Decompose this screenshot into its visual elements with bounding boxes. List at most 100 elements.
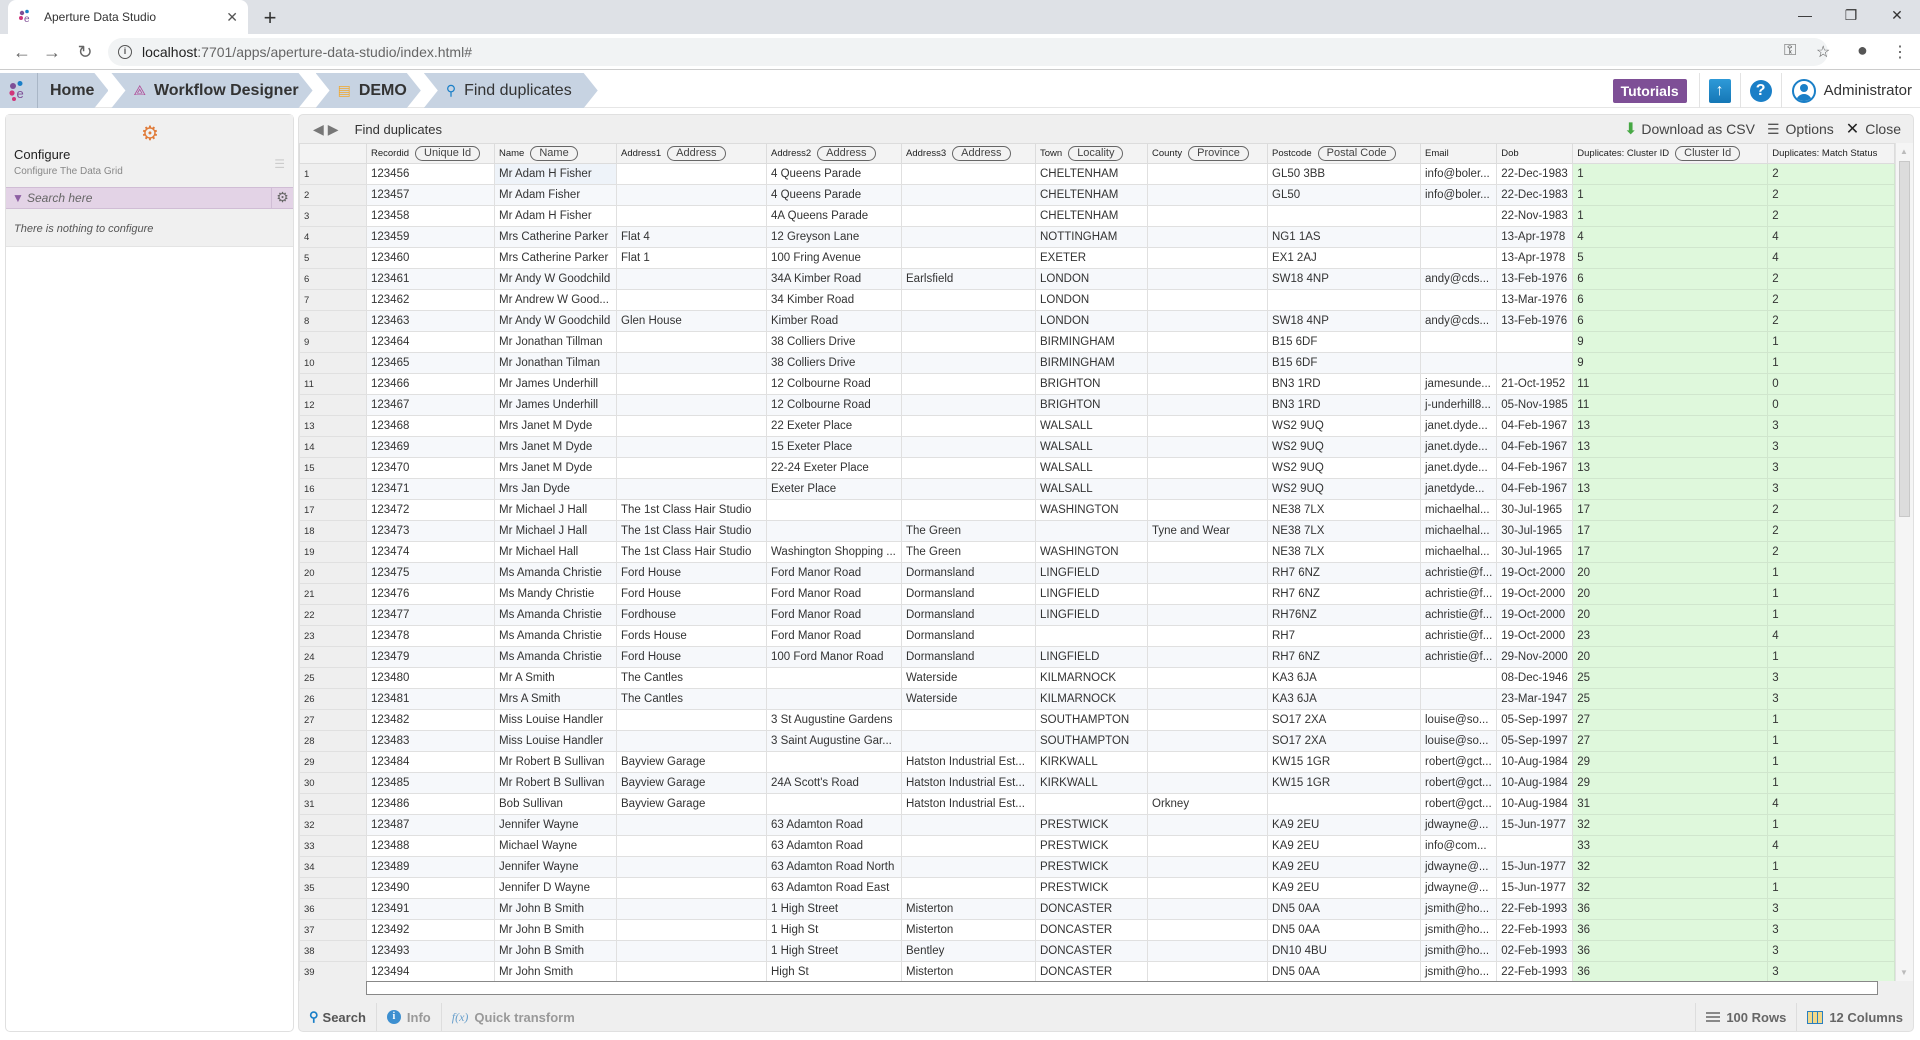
column-header[interactable]: Dob: [1496, 143, 1574, 164]
table-cell[interactable]: The 1st Class Hair Studio: [616, 520, 767, 542]
column-header[interactable]: Address2 Address: [766, 143, 902, 164]
table-cell[interactable]: 02-Feb-1993: [1496, 940, 1574, 962]
table-cell[interactable]: [1496, 331, 1574, 353]
table-cell[interactable]: 2: [1767, 520, 1896, 542]
table-cell[interactable]: 2: [1767, 499, 1896, 521]
row-number[interactable]: 12: [299, 394, 367, 416]
column-header[interactable]: Email: [1419, 143, 1498, 164]
table-cell[interactable]: RH7 6NZ: [1267, 646, 1421, 668]
table-cell[interactable]: [616, 919, 767, 941]
table-row[interactable]: 36 123491 Mr John B Smith 1 High Street Mist…: [299, 898, 1896, 920]
table-cell[interactable]: 08-Dec-1946: [1496, 667, 1574, 689]
row-number[interactable]: 17: [299, 499, 367, 521]
row-number[interactable]: 35: [299, 877, 367, 899]
table-cell[interactable]: 19-Oct-2000: [1496, 583, 1574, 605]
table-cell[interactable]: [766, 688, 902, 710]
table-cell[interactable]: Mr John Smith: [494, 961, 617, 981]
search-button[interactable]: ⚲ Search: [299, 1003, 377, 1031]
row-number[interactable]: 8: [299, 310, 367, 332]
row-number[interactable]: 15: [299, 457, 367, 479]
table-cell[interactable]: 32: [1572, 856, 1769, 878]
table-cell[interactable]: [616, 268, 767, 290]
table-cell[interactable]: RH7 6NZ: [1267, 562, 1421, 584]
table-cell[interactable]: [616, 457, 767, 479]
table-cell[interactable]: Mr James Underhill: [494, 373, 617, 395]
table-cell[interactable]: CHELTENHAM: [1035, 184, 1148, 206]
table-cell[interactable]: [1147, 688, 1268, 710]
table-cell[interactable]: [1147, 394, 1268, 416]
table-row[interactable]: 29 123484 Mr Robert B Sullivan Bayview Gara…: [299, 751, 1896, 773]
table-cell[interactable]: info@boler...: [1419, 163, 1498, 185]
table-cell[interactable]: 04-Feb-1967: [1496, 436, 1574, 458]
table-cell[interactable]: 3 Saint Augustine Gar...: [766, 730, 902, 752]
table-cell[interactable]: [616, 478, 767, 500]
table-cell[interactable]: 05-Nov-1985: [1496, 394, 1574, 416]
table-cell[interactable]: Miss Louise Handler: [494, 709, 617, 731]
table-cell[interactable]: [616, 163, 767, 185]
table-cell[interactable]: 1: [1767, 583, 1896, 605]
table-cell[interactable]: [1419, 289, 1498, 311]
column-tag[interactable]: Locality: [1068, 146, 1124, 161]
table-cell[interactable]: 22-Feb-1993: [1496, 961, 1574, 981]
row-number[interactable]: 9: [299, 331, 367, 353]
table-cell[interactable]: [1267, 205, 1421, 227]
table-cell[interactable]: WALSALL: [1035, 457, 1148, 479]
table-cell[interactable]: 63 Adamton Road East: [766, 877, 902, 899]
table-cell[interactable]: NE38 7LX: [1267, 520, 1421, 542]
table-cell[interactable]: [616, 205, 767, 227]
table-cell[interactable]: DN5 0AA: [1267, 919, 1421, 941]
table-cell[interactable]: 123482: [366, 709, 495, 731]
table-cell[interactable]: The Green: [901, 541, 1036, 563]
table-cell[interactable]: [1419, 247, 1498, 269]
table-cell[interactable]: PRESTWICK: [1035, 877, 1148, 899]
table-cell[interactable]: Miss Louise Handler: [494, 730, 617, 752]
table-cell[interactable]: [616, 730, 767, 752]
table-cell[interactable]: 2: [1767, 163, 1896, 185]
table-cell[interactable]: j-underhill8...: [1419, 394, 1498, 416]
row-number[interactable]: 23: [299, 625, 367, 647]
table-row[interactable]: 13 123468 Mrs Janet M Dyde 22 Exeter Place W…: [299, 415, 1896, 437]
table-cell[interactable]: 123456: [366, 163, 495, 185]
table-cell[interactable]: Mr Michael J Hall: [494, 499, 617, 521]
close-button[interactable]: ✕ Close: [1846, 119, 1901, 139]
table-cell[interactable]: 32: [1572, 877, 1769, 899]
table-cell[interactable]: BRIGHTON: [1035, 394, 1148, 416]
table-cell[interactable]: 1: [1767, 562, 1896, 584]
table-cell[interactable]: Jennifer Wayne: [494, 814, 617, 836]
table-cell[interactable]: michaelhal...: [1419, 499, 1498, 521]
table-cell[interactable]: 13-Mar-1976: [1496, 289, 1574, 311]
table-row[interactable]: 14 123469 Mrs Janet M Dyde 15 Exeter Place W…: [299, 436, 1896, 458]
table-cell[interactable]: Orkney: [1147, 793, 1268, 815]
table-cell[interactable]: 22-Dec-1983: [1496, 184, 1574, 206]
table-cell[interactable]: [1147, 583, 1268, 605]
table-cell[interactable]: [1147, 730, 1268, 752]
table-cell[interactable]: BN3 1RD: [1267, 394, 1421, 416]
table-cell[interactable]: [1147, 877, 1268, 899]
row-number[interactable]: 26: [299, 688, 367, 710]
table-cell[interactable]: WS2 9UQ: [1267, 457, 1421, 479]
row-number[interactable]: 6: [299, 268, 367, 290]
table-cell[interactable]: [1147, 709, 1268, 731]
table-cell[interactable]: 38 Colliers Drive: [766, 352, 902, 374]
table-cell[interactable]: 3 St Augustine Gardens: [766, 709, 902, 731]
table-cell[interactable]: 1: [1767, 814, 1896, 836]
table-cell[interactable]: 123483: [366, 730, 495, 752]
table-cell[interactable]: KIRKWALL: [1035, 751, 1148, 773]
table-cell[interactable]: [766, 520, 902, 542]
table-cell[interactable]: 13: [1572, 415, 1769, 437]
table-cell[interactable]: KA3 6JA: [1267, 688, 1421, 710]
table-cell[interactable]: [1147, 625, 1268, 647]
row-number[interactable]: 2: [299, 184, 367, 206]
row-number[interactable]: 33: [299, 835, 367, 857]
table-cell[interactable]: 30-Jul-1965: [1496, 520, 1574, 542]
table-cell[interactable]: GL50: [1267, 184, 1421, 206]
table-cell[interactable]: 1: [1767, 751, 1896, 773]
table-cell[interactable]: [1267, 793, 1421, 815]
table-cell[interactable]: janetdyde...: [1419, 478, 1498, 500]
column-tag[interactable]: Cluster Id: [1675, 146, 1741, 161]
table-row[interactable]: 34 123489 Jennifer Wayne 63 Adamton Road No…: [299, 856, 1896, 878]
site-info-icon[interactable]: i: [118, 45, 132, 59]
table-cell[interactable]: LONDON: [1035, 268, 1148, 290]
tab-close-icon[interactable]: ✕: [226, 9, 238, 26]
table-cell[interactable]: 2: [1767, 205, 1896, 227]
